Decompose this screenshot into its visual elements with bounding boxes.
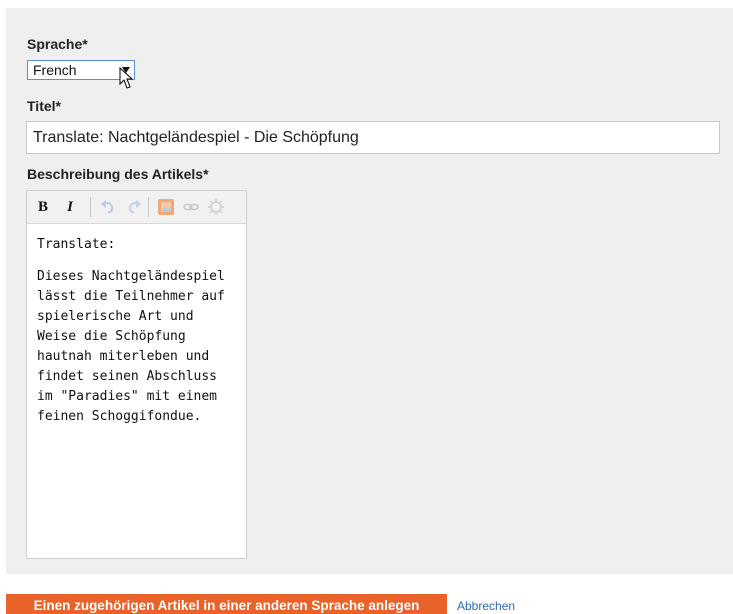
italic-button[interactable]: I xyxy=(62,198,78,216)
unlink-icon[interactable] xyxy=(207,198,225,216)
title-label: Titel* xyxy=(27,98,61,114)
insert-image-icon[interactable] xyxy=(157,198,175,216)
create-linked-article-button[interactable]: Einen zugehörigen Artikel in einer ander… xyxy=(6,594,447,614)
toolbar-divider xyxy=(148,197,149,217)
language-label: Sprache* xyxy=(27,36,88,52)
editor-paragraph: Dieses Nachtgeländespiel lässt die Teiln… xyxy=(37,269,225,424)
editor-paragraph: Translate: xyxy=(37,237,116,252)
description-editor[interactable]: B I Translate: Dieses Nachtgeländespiel … xyxy=(26,190,247,559)
link-icon[interactable] xyxy=(182,198,200,216)
mouse-cursor-icon xyxy=(119,67,134,89)
language-selected-value: French xyxy=(33,62,77,78)
description-label: Beschreibung des Artikels* xyxy=(27,166,209,182)
undo-icon[interactable] xyxy=(99,198,117,216)
title-input[interactable]: Translate: Nachtgeländespiel - Die Schöp… xyxy=(26,121,720,154)
redo-icon[interactable] xyxy=(125,198,143,216)
editor-content[interactable]: Translate: Dieses Nachtgeländespiel läss… xyxy=(37,235,237,439)
toolbar-divider xyxy=(90,197,91,217)
bold-button[interactable]: B xyxy=(35,198,51,216)
cancel-link[interactable]: Abbrechen xyxy=(457,598,515,614)
editor-toolbar: B I xyxy=(27,191,246,224)
